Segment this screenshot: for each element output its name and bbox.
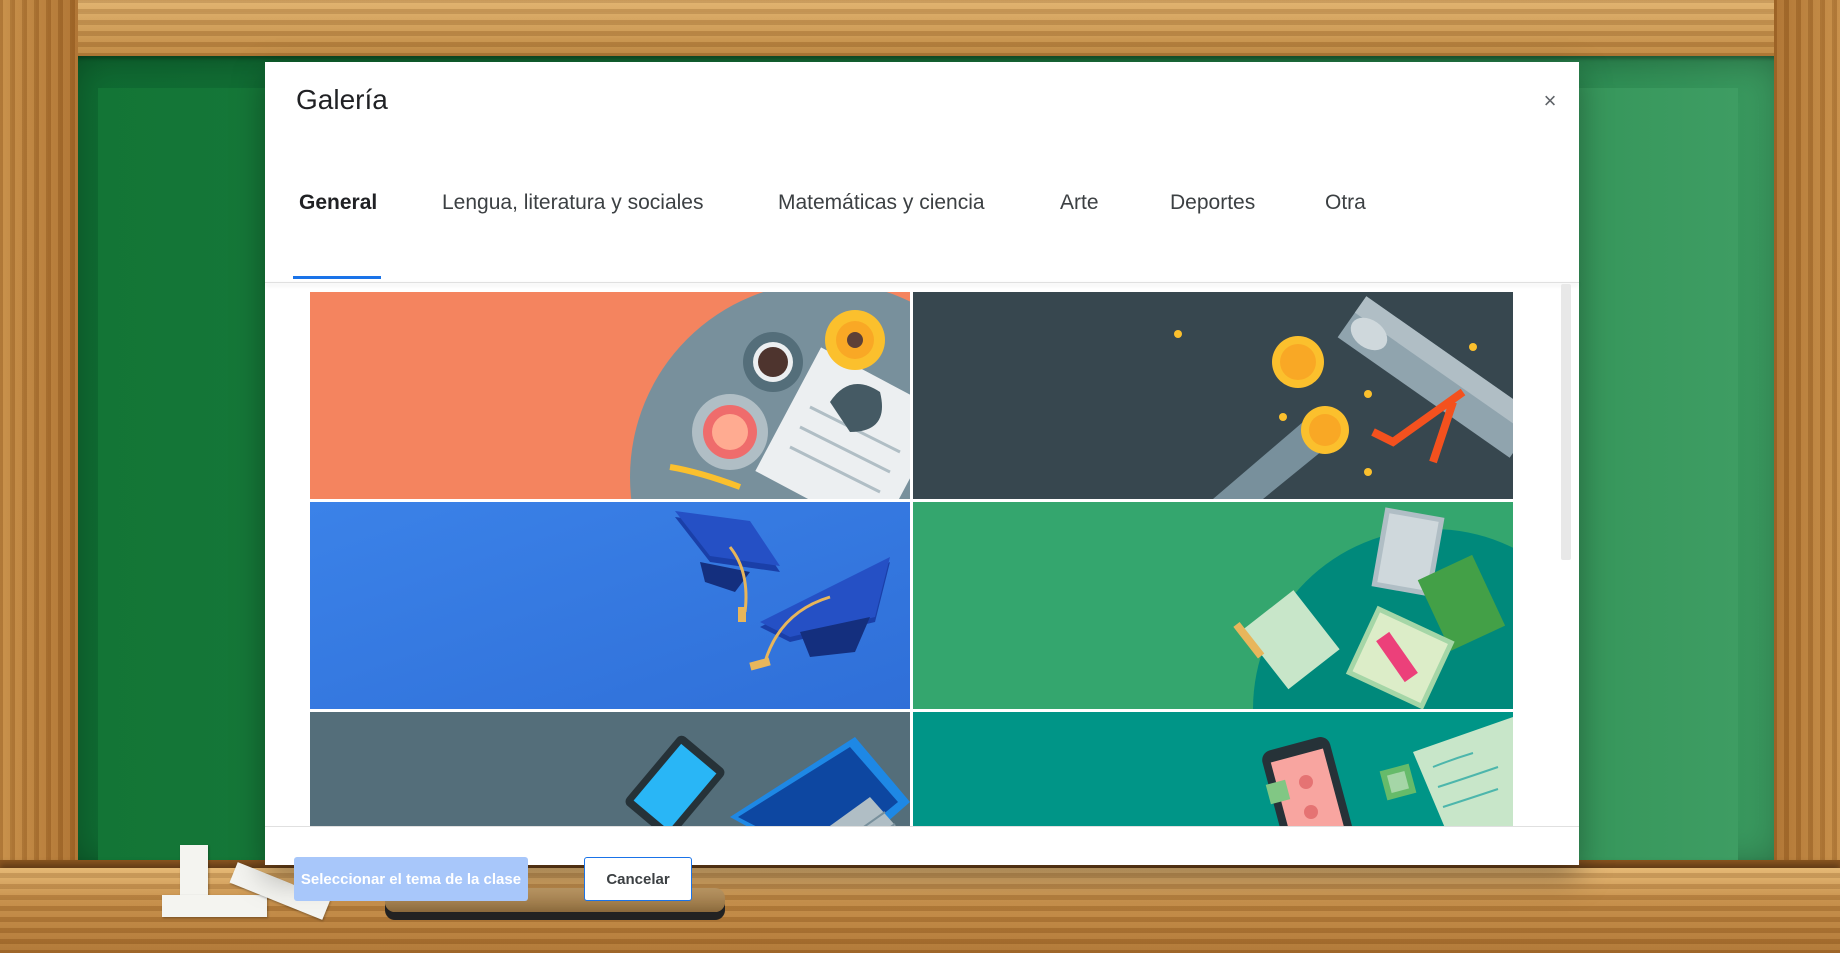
theme-tile-tablet-laptop[interactable] — [310, 712, 910, 826]
footer-divider — [265, 826, 1579, 827]
diploma-coins-illustration — [913, 292, 1513, 499]
dialog-title: Galería — [296, 84, 388, 115]
tab-matematicas-ciencia[interactable]: Matemáticas y ciencia — [778, 162, 985, 280]
theme-tile-diploma-coins[interactable] — [913, 292, 1513, 499]
tab-lengua-literatura-sociales[interactable]: Lengua, literatura y sociales — [442, 162, 704, 280]
tab-otra[interactable]: Otra — [1325, 162, 1366, 280]
tabs-divider — [265, 282, 1579, 283]
phone-documents-illustration — [913, 712, 1513, 826]
tab-deportes[interactable]: Deportes — [1170, 162, 1255, 280]
tab-general[interactable]: General — [299, 162, 377, 280]
close-icon[interactable]: × — [1537, 88, 1563, 114]
active-tab-indicator — [293, 276, 381, 279]
tab-arte[interactable]: Arte — [1060, 162, 1099, 280]
tablet-laptop-illustration — [310, 712, 910, 826]
theme-gallery — [265, 284, 1579, 826]
theme-tile-coffee-newspaper[interactable] — [310, 292, 910, 499]
category-tabs: General Lengua, literatura y sociales Ma… — [265, 162, 1579, 280]
graduation-caps-illustration — [310, 502, 910, 709]
theme-tile-books-notebooks[interactable] — [913, 502, 1513, 709]
select-theme-button[interactable]: Seleccionar el tema de la clase — [294, 857, 528, 901]
frame-right — [1774, 0, 1840, 880]
chalk-icon — [162, 895, 267, 917]
frame-top — [0, 0, 1840, 56]
scrollbar[interactable] — [1561, 284, 1571, 560]
frame-left — [0, 0, 78, 880]
theme-tile-phone-documents[interactable] — [913, 712, 1513, 826]
coffee-newspaper-illustration — [310, 292, 910, 499]
theme-tile-graduation-caps[interactable] — [310, 502, 910, 709]
books-notebooks-illustration — [913, 502, 1513, 709]
cancel-button[interactable]: Cancelar — [584, 857, 692, 901]
gallery-dialog: Galería × General Lengua, literatura y s… — [265, 62, 1579, 901]
